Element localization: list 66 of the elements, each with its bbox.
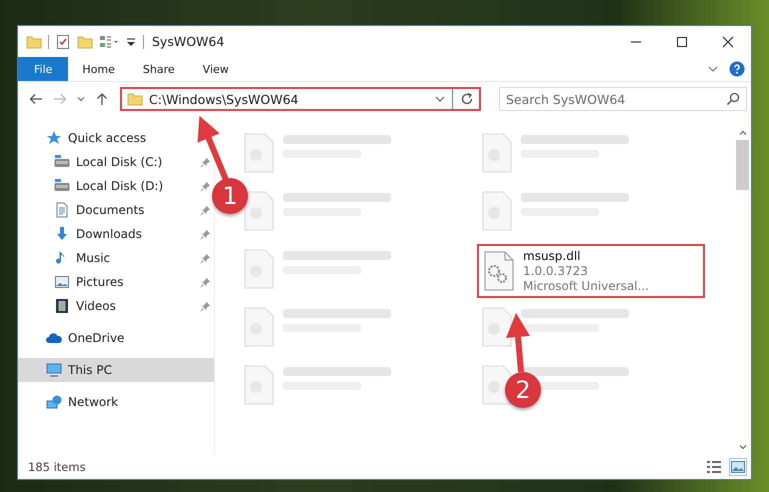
star-icon (46, 130, 62, 146)
download-icon (54, 226, 70, 242)
help-icon[interactable] (729, 61, 745, 77)
pin-icon[interactable] (200, 252, 211, 264)
video-icon (54, 298, 70, 314)
recent-locations-icon[interactable] (76, 94, 86, 104)
details-view-icon[interactable] (706, 458, 722, 474)
annotation-arrow (506, 313, 530, 372)
pin-icon[interactable] (200, 276, 211, 288)
pin-icon[interactable] (200, 204, 211, 216)
search-field[interactable]: Search SysWOW64 (499, 87, 747, 111)
minimize-icon (630, 40, 642, 42)
scrollbar-thumb[interactable] (736, 140, 749, 190)
search-icon (726, 92, 740, 106)
file-detail: Microsoft Universal... (523, 279, 649, 293)
view-options-icon[interactable] (99, 34, 119, 50)
disk-icon (54, 178, 70, 194)
ribbon-tab[interactable]: File (18, 57, 68, 81)
sidebar-item[interactable]: Downloads (18, 222, 214, 246)
ribbon-tab[interactable]: Home (68, 57, 129, 81)
blurred-file-icon (243, 133, 275, 173)
properties-icon[interactable] (55, 34, 71, 50)
blurred-file-icon (243, 307, 275, 347)
ribbon-tab[interactable]: View (188, 57, 243, 81)
sidebar-item[interactable]: Quick access (18, 126, 214, 150)
blurred-file-icon (243, 191, 275, 231)
file-name: msusp.dll (523, 249, 582, 263)
blurred-file-icon (243, 249, 275, 289)
sidebar-item[interactable]: Pictures (18, 270, 214, 294)
file-item[interactable]: msusp.dll 1.0.0.3723 Microsoft Universal... (477, 244, 705, 298)
blurred-file-icon (481, 365, 513, 405)
sidebar-item[interactable]: This PC (18, 358, 214, 382)
pin-icon[interactable] (200, 300, 211, 312)
dropdown-icon[interactable] (125, 36, 137, 48)
ribbon-tab[interactable]: Share (128, 57, 189, 81)
blurred-file-icon (243, 365, 275, 405)
sidebar-item[interactable]: OneDrive (18, 326, 214, 350)
picture-icon (54, 274, 70, 290)
network-icon (46, 394, 62, 410)
sidebar-item[interactable]: Local Disk (C:) (18, 150, 214, 174)
folder-icon (127, 91, 143, 107)
sidebar-item[interactable]: Local Disk (D:) (18, 174, 214, 198)
window-title: SysWOW64 (152, 34, 226, 49)
address-bar[interactable]: C:\Windows\SysWOW64 (120, 87, 481, 111)
sidebar-item[interactable]: Network (18, 390, 214, 414)
pin-icon[interactable] (200, 156, 211, 168)
refresh-icon[interactable] (459, 91, 475, 107)
pin-icon[interactable] (200, 228, 211, 240)
close-icon (722, 36, 734, 48)
monitor-icon (46, 362, 62, 378)
blurred-file-icon (481, 191, 513, 231)
document-icon (54, 202, 70, 218)
blurred-file-icon (481, 133, 513, 173)
pin-icon[interactable] (200, 180, 211, 192)
sidebar-item[interactable]: Music (18, 246, 214, 270)
large-icons-view-icon[interactable] (730, 458, 746, 474)
annotation-arrow (198, 116, 229, 182)
sidebar-item[interactable]: Documents (18, 198, 214, 222)
sidebar-item[interactable]: Videos (18, 294, 214, 318)
file-detail: 1.0.0.3723 (523, 264, 589, 278)
disk-icon (54, 154, 70, 170)
item-count: 185 items (28, 460, 87, 474)
scroll-down-icon[interactable] (738, 442, 748, 452)
blurred-file-icon (481, 307, 513, 347)
gear-file-icon (483, 251, 515, 291)
maximize-icon (676, 36, 688, 48)
